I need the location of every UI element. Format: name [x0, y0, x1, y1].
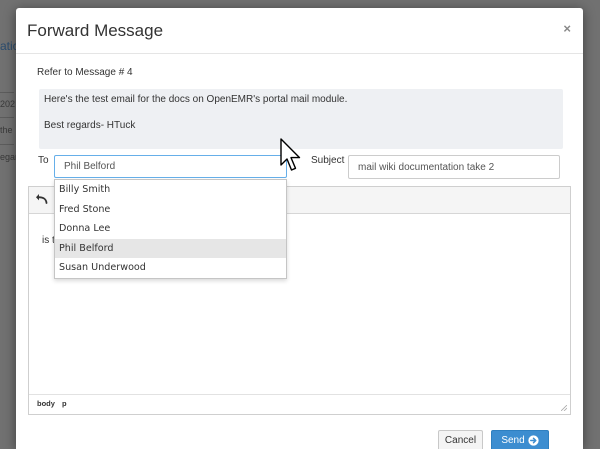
editor-statusbar: body p	[29, 394, 570, 414]
recipient-option[interactable]: Fred Stone	[55, 200, 286, 220]
dialog-title: Forward Message	[27, 21, 164, 40]
quoted-line: Best regards- HTuck	[44, 120, 136, 131]
background-text-fragment: the	[0, 125, 13, 135]
refer-to-message-label: Refer to Message # 4	[37, 67, 133, 78]
cancel-button[interactable]: Cancel	[438, 430, 483, 449]
close-icon[interactable]: ×	[563, 21, 571, 36]
quoted-line: Here's the test email for the docs on Op…	[44, 94, 348, 105]
background-divider	[0, 92, 14, 93]
arrow-circle-right-icon	[528, 434, 539, 446]
element-path-body[interactable]: body	[37, 399, 55, 408]
subject-input[interactable]	[348, 155, 560, 179]
subject-label: Subject	[311, 155, 345, 166]
background-text-fragment: egar	[0, 152, 16, 162]
recipient-autocomplete-list: Billy Smith Fred Stone Donna Lee Phil Be…	[54, 179, 287, 279]
to-label: To	[38, 155, 49, 166]
dialog-header: Forward Message ×	[16, 8, 583, 54]
background-divider	[0, 117, 14, 118]
mouse-pointer-icon	[280, 138, 301, 171]
editor-body-text[interactable]: is t	[42, 235, 55, 246]
send-button-label: Send	[501, 434, 525, 446]
background-text-fragment: 202	[0, 99, 16, 109]
recipient-option[interactable]: Donna Lee	[55, 219, 286, 239]
recipient-option[interactable]: Susan Underwood	[55, 258, 286, 278]
resize-handle-icon[interactable]	[561, 405, 567, 411]
element-path-p[interactable]: p	[62, 399, 67, 408]
background-heading-fragment: atic	[0, 39, 16, 53]
recipient-option-highlighted[interactable]: Phil Belford	[55, 238, 286, 259]
to-recipient-input[interactable]	[54, 155, 287, 178]
undo-icon[interactable]	[35, 192, 49, 206]
forward-message-dialog: Forward Message × Refer to Message # 4 H…	[16, 8, 583, 449]
recipient-option[interactable]: Billy Smith	[55, 180, 286, 200]
send-button[interactable]: Send	[491, 430, 549, 449]
background-divider	[0, 144, 14, 145]
